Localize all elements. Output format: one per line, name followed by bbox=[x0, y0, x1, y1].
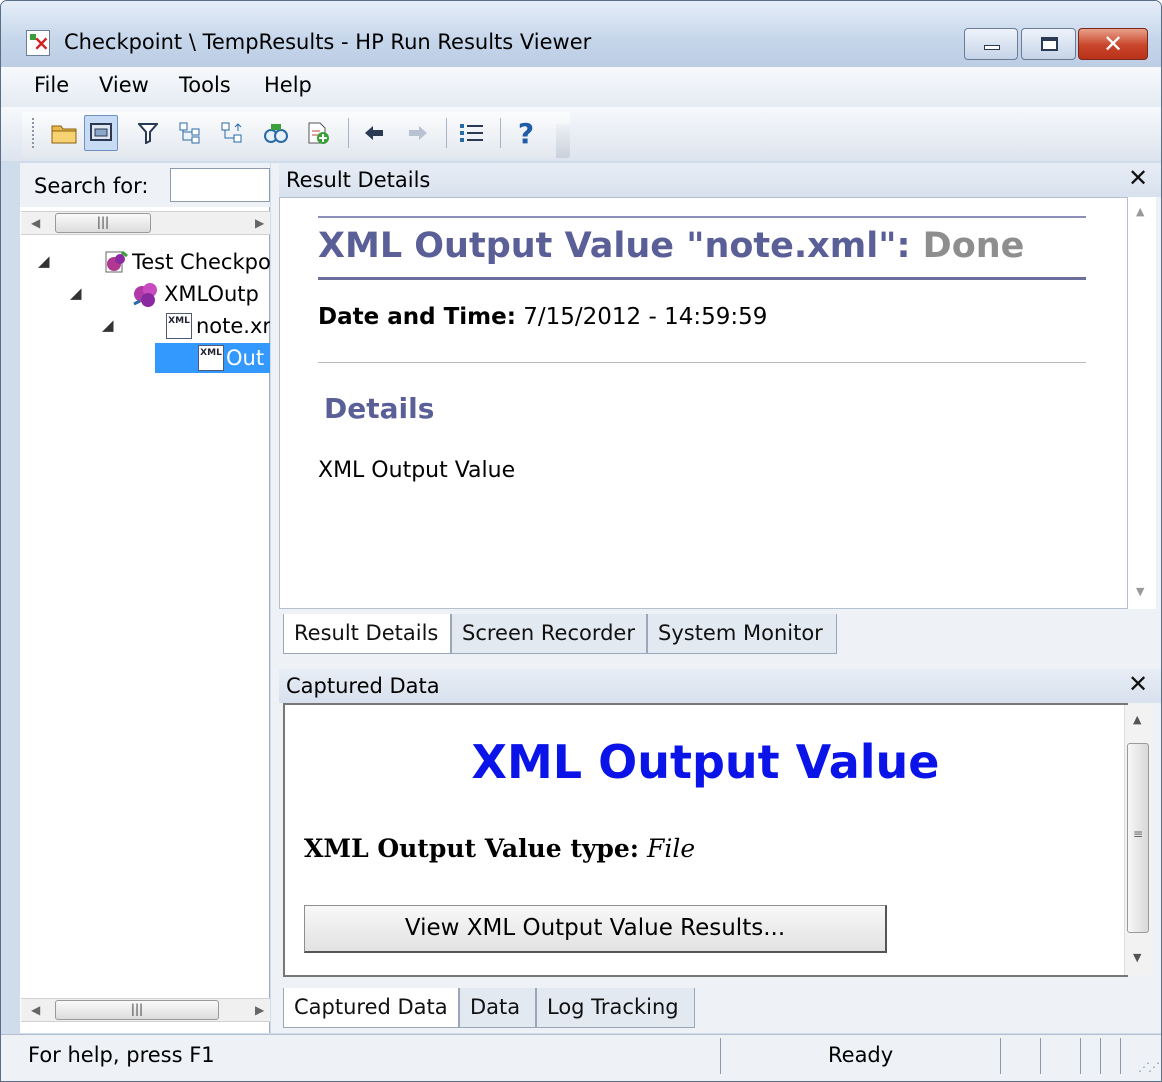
date-value: 7/15/2012 - 14:59:59 bbox=[523, 304, 768, 330]
scrollbar-thumb[interactable]: ||| bbox=[55, 1000, 219, 1020]
status-divider bbox=[1080, 1038, 1081, 1074]
collapse-all-icon[interactable] bbox=[218, 118, 246, 148]
toolbar-overflow-button[interactable] bbox=[556, 124, 570, 158]
expand-arrow-icon[interactable]: ◢ bbox=[70, 284, 82, 302]
close-icon[interactable]: ✕ bbox=[1128, 164, 1148, 192]
scroll-up-icon[interactable]: ▲ bbox=[1133, 713, 1141, 726]
captured-heading: XML Output Value bbox=[471, 735, 940, 789]
status-divider bbox=[1120, 1038, 1121, 1074]
find-icon[interactable] bbox=[262, 118, 290, 148]
scroll-left-icon[interactable]: ◀ bbox=[31, 216, 40, 230]
date-label: Date and Time: bbox=[318, 304, 516, 330]
tree-item-label[interactable]: XMLOutp bbox=[164, 282, 270, 306]
search-input[interactable] bbox=[170, 168, 270, 202]
tab-data[interactable]: Data bbox=[459, 988, 536, 1028]
tab-log-tracking[interactable]: Log Tracking bbox=[536, 988, 695, 1028]
tree-bottom-scrollbar[interactable]: ◀ ||| ▶ bbox=[21, 998, 270, 1022]
resize-grip-icon[interactable]: ⋰⋰ bbox=[1138, 1060, 1160, 1074]
details-text: XML Output Value bbox=[318, 458, 516, 483]
divider bbox=[318, 216, 1086, 218]
window-title: Checkpoint \ TempResults - HP Run Result… bbox=[64, 30, 592, 54]
menu-help[interactable]: Help bbox=[264, 73, 312, 97]
status-help-text: For help, press F1 bbox=[28, 1043, 215, 1067]
tree-item-label[interactable]: note.xr bbox=[196, 314, 270, 338]
scroll-down-icon[interactable]: ▼ bbox=[1136, 585, 1144, 598]
scroll-left-icon[interactable]: ◀ bbox=[31, 1003, 40, 1017]
result-details-scrollbar[interactable]: ▲ ▼ bbox=[1128, 197, 1156, 609]
search-label: Search for: bbox=[34, 174, 149, 198]
toolbar-separator bbox=[348, 118, 349, 148]
test-icon bbox=[105, 250, 128, 273]
tab-system-monitor[interactable]: System Monitor bbox=[647, 614, 837, 654]
expand-arrow-icon[interactable]: ◢ bbox=[38, 252, 50, 270]
divider bbox=[318, 362, 1086, 363]
output-type-value: File bbox=[647, 834, 696, 863]
xml-file-icon: XML bbox=[166, 313, 192, 339]
panel-title: Captured Data bbox=[286, 674, 440, 698]
output-type-label: XML Output Value type: bbox=[304, 834, 640, 863]
menu-file[interactable]: File bbox=[34, 73, 69, 97]
scroll-right-icon[interactable]: ▶ bbox=[255, 216, 264, 230]
close-window-button[interactable]: ✕ bbox=[1078, 28, 1148, 60]
scroll-down-icon[interactable]: ▼ bbox=[1133, 951, 1141, 964]
expand-all-icon[interactable] bbox=[176, 118, 204, 148]
status-divider bbox=[1100, 1038, 1101, 1074]
result-heading: XML Output Value "note.xml": Done bbox=[318, 226, 1024, 266]
expand-arrow-icon[interactable]: ◢ bbox=[102, 316, 114, 334]
filter-icon[interactable] bbox=[134, 118, 162, 148]
output-type-row: XML Output Value type: File bbox=[304, 834, 695, 863]
status-divider bbox=[1000, 1038, 1001, 1074]
close-icon[interactable]: ✕ bbox=[1128, 670, 1148, 698]
action-icon bbox=[133, 283, 157, 307]
xml-file-icon: XML bbox=[198, 345, 224, 371]
list-icon[interactable] bbox=[458, 118, 486, 148]
result-heading-title: XML Output Value "note.xml": bbox=[318, 226, 911, 266]
open-folder-icon[interactable] bbox=[50, 118, 78, 148]
tab-screen-recorder[interactable]: Screen Recorder bbox=[451, 614, 647, 654]
minimize-button[interactable] bbox=[964, 28, 1018, 60]
minimize-icon bbox=[984, 45, 1000, 50]
menu-bar bbox=[1, 67, 1161, 107]
details-heading: Details bbox=[324, 392, 435, 425]
tab-result-details[interactable]: Result Details bbox=[283, 614, 451, 654]
status-divider bbox=[720, 1038, 721, 1074]
maximize-button[interactable] bbox=[1021, 28, 1076, 60]
close-icon: ✕ bbox=[1102, 30, 1124, 58]
tree-item-label[interactable]: Out bbox=[226, 346, 270, 370]
add-document-icon[interactable] bbox=[304, 118, 332, 148]
menu-view[interactable]: View bbox=[99, 73, 149, 97]
divider bbox=[318, 277, 1086, 280]
scroll-up-icon[interactable]: ▲ bbox=[1136, 205, 1144, 218]
toolbar-separator bbox=[500, 118, 501, 148]
tree-top-scrollbar[interactable]: ◀ ||| ▶ bbox=[21, 211, 270, 235]
help-icon[interactable]: ? bbox=[512, 117, 540, 150]
forward-arrow-icon[interactable] bbox=[404, 118, 432, 148]
status-ready: Ready bbox=[828, 1043, 894, 1067]
status-divider bbox=[1040, 1038, 1041, 1074]
maximize-icon bbox=[1041, 37, 1058, 51]
result-status: Done bbox=[922, 226, 1025, 266]
scroll-right-icon[interactable]: ▶ bbox=[255, 1003, 264, 1017]
captured-data-scrollbar[interactable]: ▲ ≡ ▼ bbox=[1124, 705, 1152, 975]
menu-tools[interactable]: Tools bbox=[179, 73, 231, 97]
results-viewer-icon bbox=[26, 30, 50, 56]
view-xml-results-button[interactable]: View XML Output Value Results... bbox=[304, 905, 887, 953]
tree-item-label[interactable]: Test Checkpo bbox=[132, 250, 270, 274]
print-icon[interactable] bbox=[84, 115, 118, 151]
toolbar-grip[interactable] bbox=[32, 118, 36, 148]
toolbar-separator bbox=[446, 118, 447, 148]
back-arrow-icon[interactable] bbox=[360, 118, 388, 148]
panel-title: Result Details bbox=[286, 168, 431, 192]
scrollbar-thumb[interactable]: ||| bbox=[55, 213, 151, 233]
tab-captured-data[interactable]: Captured Data bbox=[283, 988, 459, 1028]
date-time-row: Date and Time: 7/15/2012 - 14:59:59 bbox=[318, 304, 767, 330]
scrollbar-grip-icon: ≡ bbox=[1133, 827, 1144, 841]
